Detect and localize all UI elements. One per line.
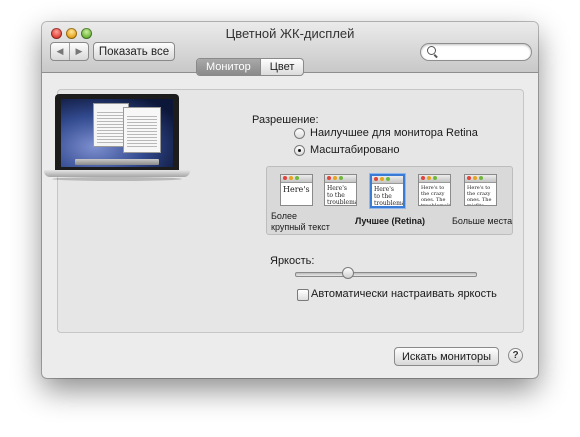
scale-option-preview-text: Here's to the crazy ones. The misfits. T… bbox=[467, 185, 492, 206]
scale-label-best-retina: Лучшее (Retina) bbox=[355, 216, 426, 226]
laptop-display bbox=[61, 99, 173, 167]
detect-displays-button[interactable]: Искать мониторы bbox=[394, 347, 499, 366]
search-icon bbox=[427, 46, 436, 55]
laptop-shadow bbox=[52, 177, 182, 181]
document-window-icon bbox=[123, 107, 161, 153]
help-button[interactable]: ? bbox=[508, 348, 523, 363]
radio-scaled[interactable] bbox=[294, 145, 305, 156]
radio-best-for-retina-label[interactable]: Наилучшее для монитора Retina bbox=[310, 127, 478, 139]
auto-brightness-checkbox[interactable] bbox=[297, 289, 309, 301]
navigation-buttons: ◀ ▶ bbox=[50, 42, 89, 61]
scale-option-more-space[interactable]: Here's to the crazy ones. The misfits. T… bbox=[464, 174, 497, 206]
scale-label-larger-text-line2: крупный текст bbox=[271, 222, 330, 232]
brightness-slider-knob[interactable] bbox=[342, 267, 355, 279]
scale-option-best-retina[interactable]: Here's to the troublemakers. bbox=[370, 174, 405, 208]
scale-label-larger-text-line1: Более bbox=[271, 211, 297, 221]
brightness-slider-track[interactable] bbox=[295, 272, 477, 277]
back-button[interactable]: ◀ bbox=[51, 43, 69, 60]
scaling-options: Here's Here's to the troublemak Here's t… bbox=[266, 166, 513, 235]
scale-option-4[interactable]: Here's to the crazy ones. The troublemak… bbox=[418, 174, 451, 206]
radio-scaled-label[interactable]: Масштабировано bbox=[310, 144, 399, 156]
laptop-base bbox=[44, 170, 190, 177]
tab-color[interactable]: Цвет bbox=[259, 59, 304, 75]
scale-option-larger-text[interactable]: Here's bbox=[280, 174, 313, 206]
tab-monitor[interactable]: Монитор bbox=[197, 59, 260, 75]
scale-option-preview-text: Here's to the crazy ones. The troublemak… bbox=[421, 185, 451, 206]
brightness-label: Яркость: bbox=[270, 255, 315, 267]
scale-option-preview-text: Here's bbox=[283, 185, 310, 194]
scale-option-2[interactable]: Here's to the troublemak bbox=[324, 174, 357, 206]
laptop-screen bbox=[55, 94, 179, 170]
radio-best-for-retina[interactable] bbox=[294, 128, 305, 139]
window-title: Цветной ЖК-дисплей bbox=[225, 26, 355, 41]
scale-option-preview-text: Here's to the troublemakers. bbox=[374, 186, 405, 207]
laptop-image bbox=[44, 94, 194, 189]
show-all-button[interactable]: Показать все bbox=[93, 42, 175, 61]
scale-option-preview-text: Here's to the troublemak bbox=[327, 185, 356, 206]
forward-button[interactable]: ▶ bbox=[69, 43, 88, 60]
resolution-label: Разрешение: bbox=[252, 114, 319, 126]
search-field[interactable] bbox=[420, 43, 532, 61]
dock-icon bbox=[75, 159, 159, 165]
tab-bar: Монитор Цвет bbox=[196, 58, 305, 76]
auto-brightness-label[interactable]: Автоматически настраивать яркость bbox=[311, 288, 497, 300]
scale-label-more-space: Больше места bbox=[452, 216, 513, 226]
